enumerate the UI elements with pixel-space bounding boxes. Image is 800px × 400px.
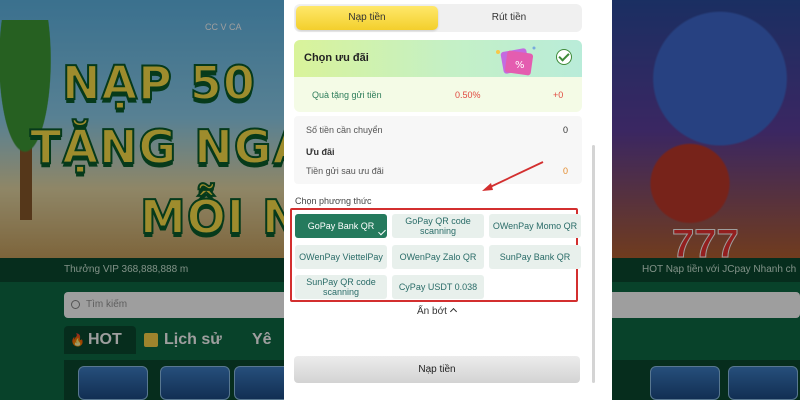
promotion-item-amount: +0 — [553, 90, 564, 100]
method-gopay-bank-qr[interactable]: GoPay Bank QR — [295, 214, 387, 238]
svg-text:%: % — [515, 60, 525, 71]
promotion-card[interactable]: Chọn ưu đãi % Quà tặng gửi tiền 0.50% +0 — [294, 40, 582, 112]
tab-deposit[interactable]: Nạp tiền — [296, 6, 438, 30]
promotion-title: Chọn ưu đãi — [304, 52, 369, 64]
modal-scrollbar[interactable] — [592, 145, 595, 383]
deposit-summary: Số tiền cần chuyển 0 Ưu đãi Tiền gửi sau… — [294, 116, 582, 184]
offer-section-label: Ưu đãi — [306, 147, 335, 157]
promotion-item-percent: 0.50% — [455, 90, 481, 100]
method-owenpay-viettelpay[interactable]: OWenPay ViettelPay — [295, 245, 387, 269]
collapse-label: Ẩn bớt — [417, 306, 447, 317]
chevron-up-icon — [449, 307, 457, 316]
method-cypay-usdt[interactable]: CyPay USDT 0.038 — [392, 275, 484, 299]
payment-method-grid: GoPay Bank QR GoPay QR code scanning OWe… — [290, 208, 581, 302]
transfer-amount-value: 0 — [563, 125, 569, 135]
gift-voucher-icon: % — [496, 46, 536, 76]
collapse-methods-toggle[interactable]: Ẩn bớt — [417, 306, 457, 317]
method-owenpay-momo-qr[interactable]: OWenPay Momo QR — [489, 214, 581, 238]
tab-withdraw[interactable]: Rút tiền — [438, 6, 580, 30]
deposit-submit-button[interactable]: Nạp tiền — [294, 356, 580, 383]
promotion-selected-check-icon[interactable] — [556, 49, 572, 65]
deposit-after-offer-label: Tiền gửi sau ưu đãi — [306, 166, 384, 176]
transfer-amount-label: Số tiền cần chuyển — [306, 125, 383, 135]
payment-method-label: Chọn phương thức — [295, 196, 372, 206]
promotion-item-name: Quà tặng gửi tiền — [312, 90, 382, 100]
deposit-withdraw-switch: Nạp tiền Rút tiền — [294, 4, 582, 32]
method-sunpay-bank-qr[interactable]: SunPay Bank QR — [489, 245, 581, 269]
method-sunpay-qr-scanning[interactable]: SunPay QR code scanning — [295, 275, 387, 299]
deposit-after-offer-value: 0 — [563, 166, 569, 176]
method-gopay-qr-scanning[interactable]: GoPay QR code scanning — [392, 214, 484, 238]
method-owenpay-zalo-qr[interactable]: OWenPay Zalo QR — [392, 245, 484, 269]
